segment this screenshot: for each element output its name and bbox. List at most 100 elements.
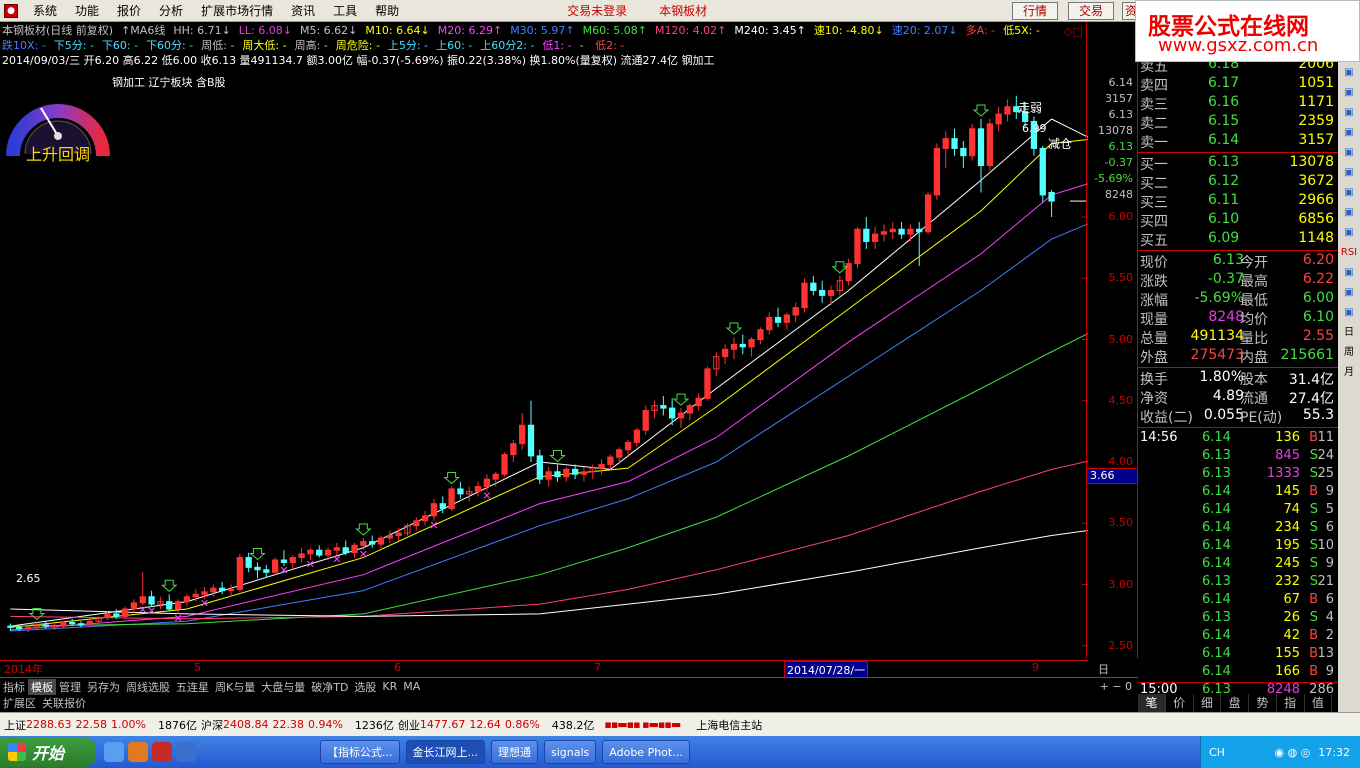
status-bar: 上证 2288.63 22.58 1.00% 1876亿 沪深 2408.84 … [0, 712, 1360, 736]
indicator-value: 周危险: - [335, 39, 380, 52]
menu-analysis[interactable]: 分析 [150, 2, 192, 19]
plus-icon[interactable]: ▣ [1339, 284, 1359, 302]
quote-tab-4[interactable]: 势 [1249, 694, 1277, 712]
tool-icon[interactable]: ▣ [1339, 184, 1359, 202]
candle-body [536, 455, 543, 480]
star-icon[interactable]: ▣ [1339, 264, 1359, 282]
menu-quote[interactable]: 报价 [108, 2, 150, 19]
list-icon[interactable]: ▣ [1339, 124, 1359, 142]
tab-11[interactable]: MA [400, 680, 423, 693]
indicator-value: 速10: -4.80↓ [813, 24, 884, 37]
task-signals[interactable]: signals [544, 740, 597, 764]
menu-help[interactable]: 帮助 [366, 2, 408, 19]
tab-7[interactable]: 大盘与量 [258, 679, 308, 695]
ask-volume: 3157 [1298, 132, 1334, 148]
task-photoshop[interactable]: Adobe Phot... [602, 740, 690, 764]
indicator-value: 下60分: - [146, 39, 194, 52]
week-button[interactable]: 周 [1339, 344, 1359, 362]
zoom-controls[interactable]: + − 0 [1100, 680, 1132, 693]
stat-label: 最低 [1240, 293, 1268, 309]
buy-signal-arrow-icon [249, 547, 266, 561]
tab-0[interactable]: 指标 [0, 679, 28, 695]
chart-icon[interactable]: ▣ [1339, 64, 1359, 82]
app-quicklaunch-icon[interactable] [152, 742, 172, 762]
candle-body [748, 339, 755, 348]
candle-body [413, 520, 420, 527]
menu-system[interactable]: 系统 [24, 2, 66, 19]
indicator-value: M120: 4.02↑ [655, 24, 727, 37]
ie-icon[interactable] [104, 742, 124, 762]
tab-3[interactable]: 另存为 [84, 679, 123, 695]
rsi-button[interactable]: RSI [1339, 244, 1359, 262]
candle-body [254, 566, 261, 571]
menu-tools[interactable]: 工具 [324, 2, 366, 19]
quote-tab-6[interactable]: 值 [1305, 694, 1333, 712]
candle-body [624, 441, 632, 451]
tab-5[interactable]: 五连星 [173, 679, 212, 695]
tick-side: S [1309, 556, 1318, 571]
task-jinchangjiang[interactable]: 金长江网上... [405, 740, 485, 764]
ask-row[interactable]: 卖三 6.16 1171 [1138, 94, 1360, 113]
tick-side: S [1309, 610, 1318, 625]
menu-info[interactable]: 资讯 [282, 2, 324, 19]
tick-count: 4 [1325, 610, 1334, 625]
link-icon[interactable]: ▣ [1339, 164, 1359, 182]
tab-extension-area[interactable]: 扩展区 [0, 695, 39, 711]
candle-body [871, 233, 879, 242]
bid-row[interactable]: 买三 6.11 2966 [1138, 192, 1360, 211]
quote-tab-3[interactable]: 盘 [1221, 694, 1249, 712]
bid-row[interactable]: 买一 6.13 13078 [1138, 154, 1360, 173]
flag-icon[interactable]: ▣ [1339, 84, 1359, 102]
task-lixiangtong[interactable]: 理想通 [491, 740, 538, 764]
quote-tab-2[interactable]: 细 [1194, 694, 1222, 712]
candlestick-chart[interactable]: ✕ ✕✕✕✕ ✕ ✕ ✕✕✕走弱减仓6.992.65 [0, 70, 1088, 658]
quote-tab-1[interactable]: 价 [1166, 694, 1194, 712]
bars-icon[interactable]: ▣ [1339, 204, 1359, 222]
day-button[interactable]: 日 [1339, 324, 1359, 342]
compass-icon[interactable]: ▣ [1339, 104, 1359, 122]
menu-extended-market[interactable]: 扩展市场行情 [192, 2, 282, 19]
candle-body [704, 368, 711, 399]
ask-row[interactable]: 卖二 6.15 2359 [1138, 113, 1360, 132]
tab-6[interactable]: 周K与量 [212, 679, 258, 695]
quote-tab-5[interactable]: 指 [1277, 694, 1305, 712]
quote-button[interactable]: 行情 [1012, 2, 1059, 20]
tab-2[interactable]: 管理 [56, 679, 84, 695]
stat-value: 8248 [1208, 309, 1244, 325]
ask-row[interactable]: 卖一 6.14 3157 [1138, 132, 1360, 151]
ask-row[interactable]: 卖四 6.17 1051 [1138, 75, 1360, 94]
info-button[interactable]: 资 [1122, 2, 1137, 20]
indicator-value: 周高: - [294, 39, 328, 52]
desktop-icon[interactable] [176, 742, 196, 762]
candle-body [933, 147, 941, 196]
tab-related-quotes[interactable]: 关联报价 [39, 695, 89, 711]
bid-row[interactable]: 买四 6.10 6856 [1138, 211, 1360, 230]
wave-icon[interactable]: ▣ [1339, 224, 1359, 242]
arrow-icon[interactable]: ▣ [1339, 304, 1359, 322]
candle-body [827, 290, 835, 296]
candle-body [616, 449, 623, 458]
tab-9[interactable]: 选股 [351, 679, 379, 695]
media-player-icon[interactable] [128, 742, 148, 762]
bid-row[interactable]: 买五 6.09 1148 [1138, 230, 1360, 249]
trade-button[interactable]: 交易 [1068, 2, 1115, 20]
tick-volume: 145 [1275, 484, 1300, 499]
menu-function[interactable]: 功能 [66, 2, 108, 19]
grid-icon[interactable]: ▣ [1339, 144, 1359, 162]
quote-tab-0[interactable]: 笔 [1138, 694, 1166, 712]
task-formula[interactable]: 【指标公式... [320, 740, 400, 764]
tab-1[interactable]: 模板 [28, 678, 56, 695]
tab-4[interactable]: 周线选股 [123, 679, 173, 695]
candle-body [333, 547, 341, 551]
stat-value: 2.55 [1302, 328, 1334, 344]
start-button[interactable]: 开始 [0, 737, 96, 767]
tab-8[interactable]: 破净TD [308, 679, 351, 695]
tab-10[interactable]: KR [379, 680, 400, 693]
language-indicator[interactable]: CH [1209, 746, 1225, 759]
tray-icons[interactable]: ◉ ◍ ◎ [1275, 746, 1311, 759]
month-button[interactable]: 月 [1339, 364, 1359, 382]
bid-row[interactable]: 买二 6.12 3672 [1138, 173, 1360, 192]
window-controls-icon[interactable]: ◇□ [1064, 25, 1083, 38]
bid-volume: 2966 [1298, 192, 1334, 208]
trade-login-status[interactable]: 交易未登录 [558, 2, 636, 19]
